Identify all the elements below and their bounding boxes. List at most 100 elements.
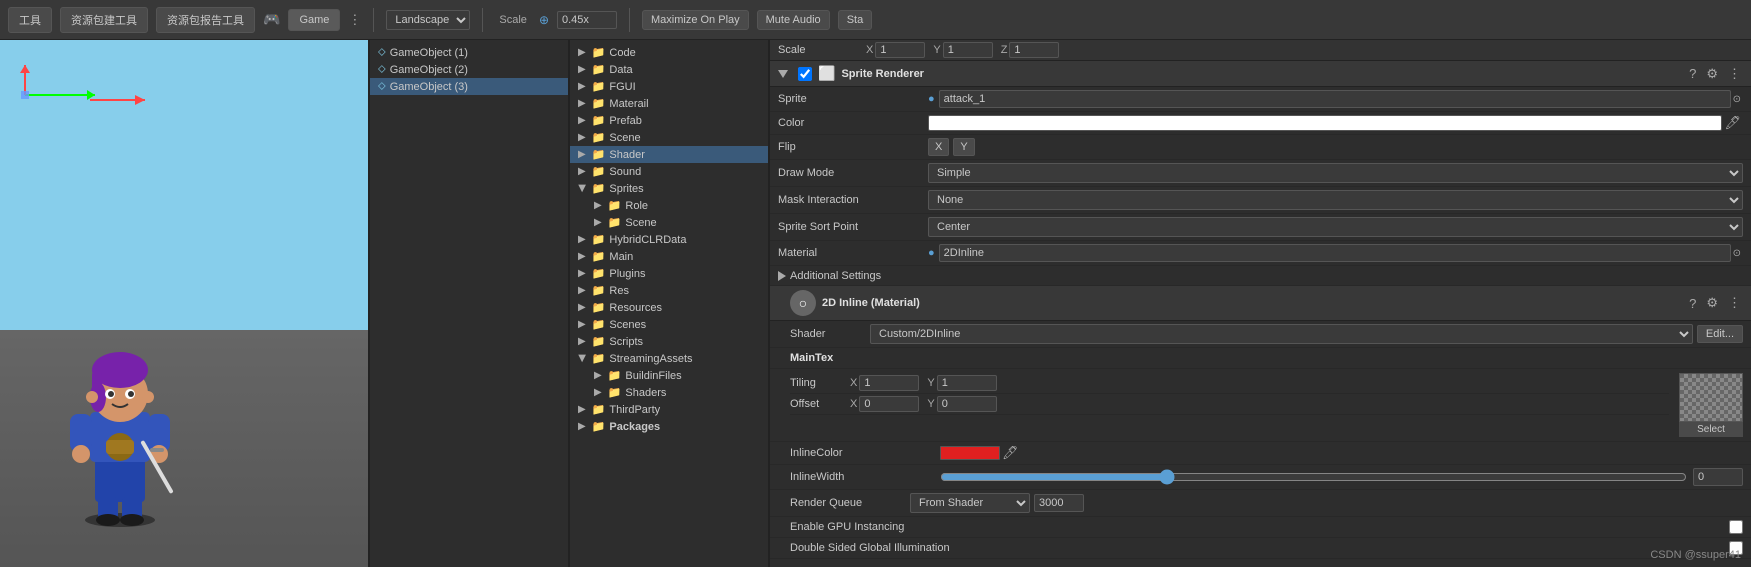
fb-resources[interactable]: ▶ 📁 Resources — [570, 299, 768, 316]
sprite-label: Sprite — [778, 93, 928, 105]
sprite-renderer-header[interactable]: ⬜ Sprite Renderer ? ⚙ ⋮ — [770, 61, 1751, 87]
scale-z-input[interactable] — [1009, 42, 1059, 58]
offset-fields: X Y — [850, 396, 1661, 412]
toolbar-tab-assetbuild[interactable]: 资源包建工具 — [60, 7, 148, 33]
toolbar-tab-assetreport[interactable]: 资源包报告工具 — [156, 7, 255, 33]
arrow-icon: ▶ — [578, 166, 586, 177]
scale-y-input[interactable] — [943, 42, 993, 58]
fb-code[interactable]: ▶ 📁 Code — [570, 44, 768, 61]
fb-scene[interactable]: ▶ 📁 Scene — [570, 129, 768, 146]
fb-streamingassets[interactable]: ▶ 📁 StreamingAssets — [570, 350, 768, 367]
folder-icon: 📁 — [592, 403, 606, 416]
material-select-icon-btn[interactable]: ⊙ — [1731, 248, 1743, 259]
render-queue-num[interactable] — [1034, 494, 1084, 512]
sprite-renderer-checkbox[interactable] — [798, 67, 812, 81]
fb-scripts[interactable]: ▶ 📁 Scripts — [570, 333, 768, 350]
tiling-label: Tiling — [790, 377, 850, 389]
inline-width-value — [940, 468, 1743, 486]
fb-main[interactable]: ▶ 📁 Main — [570, 248, 768, 265]
material-settings-icon-btn[interactable]: ⚙ — [1704, 295, 1720, 311]
inline-width-slider[interactable] — [940, 470, 1687, 484]
fb-role[interactable]: ▶ 📁 Role — [570, 197, 768, 214]
hierarchy-item-go3[interactable]: ⬦ GameObject (3) — [370, 78, 568, 95]
hierarchy-item-go2[interactable]: ⬦ GameObject (2) — [370, 61, 568, 78]
shader-edit-btn[interactable]: Edit... — [1697, 325, 1743, 343]
arrow-icon: ▶ — [578, 234, 586, 245]
scale-header: Scale X Y Z — [770, 40, 1751, 61]
arrow-icon: ▶ — [578, 115, 586, 126]
material-help-icon-btn[interactable]: ? — [1687, 295, 1698, 311]
material-overflow-icon-btn[interactable]: ⋮ — [1726, 295, 1743, 311]
stats-btn[interactable]: Sta — [838, 10, 873, 30]
arrow-icon: ▶ — [578, 268, 586, 279]
hierarchy-item-go1[interactable]: ⬦ GameObject (1) — [370, 44, 568, 61]
fb-shader[interactable]: ▶ 📁 Shader — [570, 146, 768, 163]
offset-x-input[interactable] — [859, 396, 919, 412]
material-section-header[interactable]: ○ 2D Inline (Material) ? ⚙ ⋮ — [770, 286, 1751, 321]
offset-y-axis: Y — [927, 398, 934, 410]
fb-thirdparty[interactable]: ▶ 📁 ThirdParty — [570, 401, 768, 418]
folder-icon: 📁 — [592, 63, 606, 76]
material-input[interactable] — [939, 244, 1731, 262]
fb-res[interactable]: ▶ 📁 Res — [570, 282, 768, 299]
render-queue-label: Render Queue — [790, 497, 910, 509]
folder-icon: 📁 — [592, 267, 606, 280]
folder-icon: 📁 — [592, 233, 606, 246]
red-arrow-indicator — [90, 90, 160, 110]
maximize-on-play-btn[interactable]: Maximize On Play — [642, 10, 749, 30]
fb-packages[interactable]: ▶ 📁 Packages — [570, 418, 768, 435]
color-picker[interactable] — [928, 115, 1722, 131]
offset-y-input[interactable] — [937, 396, 997, 412]
gpu-instancing-checkbox[interactable] — [1729, 520, 1743, 534]
inline-color-picker[interactable] — [940, 446, 1000, 460]
tiling-y-field: Y — [927, 375, 996, 391]
inline-color-eyedropper-btn[interactable]: 🖊 — [1000, 445, 1021, 461]
fb-sprites[interactable]: ▶ 📁 Sprites — [570, 180, 768, 197]
eyedropper-icon-btn[interactable]: 🖊 — [1722, 115, 1743, 131]
toolbar-tab-game[interactable]: Game — [288, 9, 340, 31]
inline-width-input[interactable] — [1693, 468, 1743, 486]
tiling-x-input[interactable] — [859, 375, 919, 391]
fb-hybridclr[interactable]: ▶ 📁 HybridCLRData — [570, 231, 768, 248]
fb-plugins[interactable]: ▶ 📁 Plugins — [570, 265, 768, 282]
material-dot-icon: ● — [928, 247, 935, 259]
toolbar-menu-icon[interactable]: ⋮ — [348, 12, 361, 28]
tiling-y-input[interactable] — [937, 375, 997, 391]
scale-input[interactable] — [557, 11, 617, 29]
sprite-sort-select[interactable]: Center — [928, 217, 1743, 237]
fb-buildinfiles[interactable]: ▶ 📁 BuildinFiles — [570, 367, 768, 384]
arrow-icon: ▶ — [594, 200, 602, 211]
texture-select-btn[interactable]: Select — [1679, 421, 1743, 437]
additional-settings-row[interactable]: Additional Settings — [770, 266, 1751, 286]
fb-scene2[interactable]: ▶ 📁 Scene — [570, 214, 768, 231]
mute-audio-btn[interactable]: Mute Audio — [757, 10, 830, 30]
mask-interaction-select[interactable]: None — [928, 190, 1743, 210]
scene-select[interactable]: Landscape — [386, 10, 470, 30]
draw-mode-select[interactable]: Simple — [928, 163, 1743, 183]
shader-select[interactable]: Custom/2DInline — [870, 324, 1693, 344]
fb-scenes[interactable]: ▶ 📁 Scenes — [570, 316, 768, 333]
fb-materail[interactable]: ▶ 📁 Materail — [570, 95, 768, 112]
csdn-watermark: CSDN @ssuper41 — [1650, 549, 1741, 561]
fb-data[interactable]: ▶ 📁 Data — [570, 61, 768, 78]
fb-sound[interactable]: ▶ 📁 Sound — [570, 163, 768, 180]
render-queue-select[interactable]: From Shader — [910, 493, 1030, 513]
flip-x-btn[interactable]: X — [928, 138, 949, 156]
fb-shaders[interactable]: ▶ 📁 Shaders — [570, 384, 768, 401]
arrow-icon: ▶ — [578, 149, 586, 160]
scale-x-input[interactable] — [875, 42, 925, 58]
fb-prefab[interactable]: ▶ 📁 Prefab — [570, 112, 768, 129]
toolbar-tab-tool[interactable]: 工具 — [8, 7, 52, 33]
help-icon-btn[interactable]: ? — [1687, 66, 1698, 82]
inline-color-row: InlineColor 🖊 — [770, 442, 1751, 465]
sprite-input[interactable] — [939, 90, 1731, 108]
offset-y-field: Y — [927, 396, 996, 412]
arrow-icon: ▶ — [578, 421, 586, 432]
settings-icon-btn[interactable]: ⚙ — [1704, 66, 1720, 82]
flip-y-btn[interactable]: Y — [953, 138, 974, 156]
sprite-select-icon-btn[interactable]: ⊙ — [1731, 94, 1743, 105]
material-row: Material ● ⊙ — [770, 241, 1751, 266]
overflow-icon-btn[interactable]: ⋮ — [1726, 66, 1743, 82]
fb-fgui[interactable]: ▶ 📁 FGUI — [570, 78, 768, 95]
flip-row: Flip X Y — [770, 135, 1751, 160]
